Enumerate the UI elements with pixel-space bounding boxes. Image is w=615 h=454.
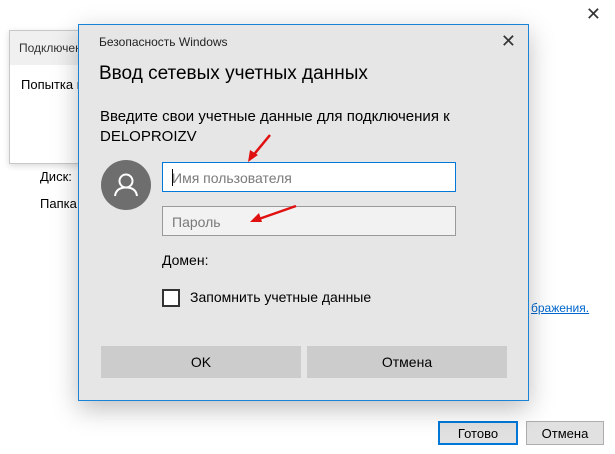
dialog-description: Введите свои учетные данные для подключе… [100,108,450,145]
dialog-caption: Безопасность Windows [99,35,228,49]
windows-security-dialog: Безопасность Windows ✕ Ввод сетевых учет… [78,24,529,401]
user-icon [101,160,151,210]
username-placeholder: Имя пользователя [172,170,292,186]
password-placeholder: Пароль [172,214,221,230]
dialog-close-icon[interactable]: ✕ [501,31,516,51]
password-input[interactable]: Пароль [162,206,456,236]
done-button[interactable]: Готово [438,421,518,445]
background-cancel-button[interactable]: Отмена [526,421,604,445]
background-close-icon[interactable]: ✕ [586,4,601,24]
domain-label: Домен: [162,252,209,268]
dialog-heading: Ввод сетевых учетных данных [99,63,368,84]
remember-label[interactable]: Запомнить учетные данные [190,289,371,305]
background-link[interactable]: бражения. [531,301,589,315]
text-caret [172,169,173,186]
remember-checkbox[interactable] [162,289,180,307]
folder-label: Папка: [40,196,81,211]
disk-label: Диск: [40,169,72,184]
cancel-button[interactable]: Отмена [307,346,507,378]
username-input[interactable]: Имя пользователя [162,162,456,192]
ok-button[interactable]: OK [101,346,301,378]
